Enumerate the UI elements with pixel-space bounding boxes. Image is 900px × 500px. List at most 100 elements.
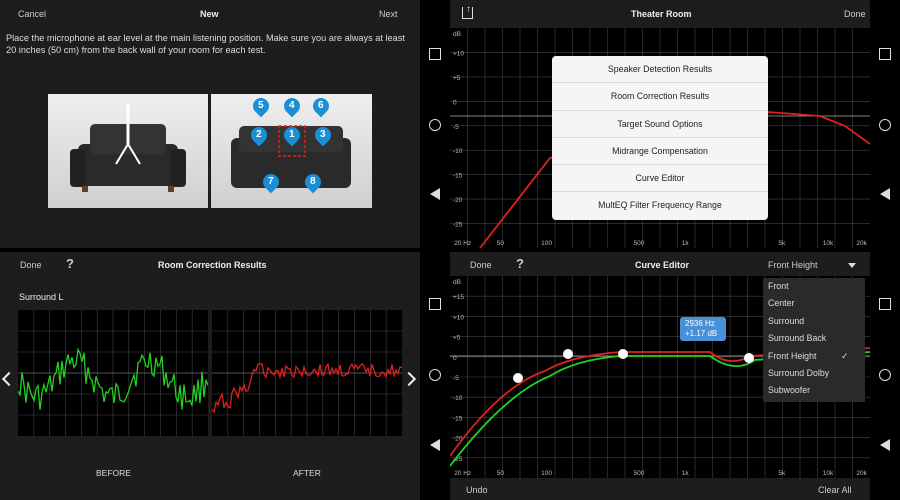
y-tick-label: -15 — [453, 173, 463, 180]
armchair-icon — [70, 104, 186, 192]
position-label: 2 — [256, 129, 262, 140]
y-tick-label: -20 — [453, 197, 463, 204]
x-tick-label: 20k — [856, 240, 867, 247]
next-button[interactable]: Next — [379, 9, 398, 19]
channel-label: Surround L — [19, 292, 64, 302]
channel-option-subwoofer[interactable]: Subwoofer — [763, 382, 865, 399]
channel-option-label: Front Height — [768, 350, 817, 361]
position-label: 8 — [310, 176, 316, 187]
curve-control-point[interactable] — [513, 373, 523, 383]
curve-control-point[interactable] — [744, 353, 754, 363]
help-button[interactable]: ? — [66, 256, 74, 271]
back-icon[interactable] — [430, 188, 440, 200]
x-tick-label: 5k — [778, 240, 786, 247]
x-tick-label: 500 — [634, 470, 645, 477]
recent-apps-icon[interactable] — [879, 298, 891, 310]
home-icon[interactable] — [429, 119, 441, 131]
after-graph-svg — [212, 310, 402, 436]
android-nav-right — [870, 252, 900, 500]
channel-option-surround-back[interactable]: Surround Back — [763, 330, 865, 347]
recent-apps-icon[interactable] — [429, 48, 441, 60]
position-label: 5 — [258, 100, 264, 111]
home-icon[interactable] — [879, 369, 891, 381]
channel-option-surround[interactable]: Surround — [763, 313, 865, 330]
setup-panel: Cancel New Next Place the microphone at … — [0, 0, 420, 248]
position-label: 6 — [318, 100, 324, 111]
y-tick-label: -5 — [453, 375, 459, 382]
share-arrow-icon: ↑ — [466, 4, 471, 15]
x-tick-label: 1k — [682, 470, 690, 477]
theater-header: ↑ Theater Room Done — [450, 0, 870, 28]
y-tick-label: 0 — [453, 99, 457, 106]
recent-apps-icon[interactable] — [879, 48, 891, 60]
channel-option-surround-dolby[interactable]: Surround Dolby — [763, 365, 865, 382]
menu-item-curve-editor[interactable]: Curve Editor — [552, 165, 768, 193]
theater-title: Theater Room — [631, 9, 692, 19]
clear-all-button[interactable]: Clear All — [818, 485, 852, 495]
back-icon[interactable] — [880, 439, 890, 451]
menu-item-target-sound[interactable]: Target Sound Options — [552, 111, 768, 138]
curve-editor-header: Done ? Curve Editor Front Height — [450, 252, 870, 276]
android-nav-right — [870, 0, 900, 248]
x-tick-label: 100 — [541, 240, 552, 247]
x-tick-label: 10k — [823, 470, 834, 477]
cancel-button[interactable]: Cancel — [18, 9, 46, 19]
x-tick-label: 50 — [497, 470, 505, 477]
prev-arrow-icon[interactable] — [1, 371, 17, 387]
y-tick-label: +10 — [453, 50, 464, 57]
db-axis-label: dB — [453, 31, 461, 38]
curve-control-point[interactable] — [563, 349, 573, 359]
after-plot — [212, 310, 402, 436]
curve-editor-footer: Undo Clear All — [450, 478, 870, 500]
x-tick-label: 20 Hz — [454, 470, 471, 477]
setup-title: New — [200, 9, 219, 19]
tooltip-frequency: 2936 Hz — [685, 319, 715, 328]
curve-editor-plot: dB +15 +10 +5 0 -5 -10 -15 -20 -25 20 Hz 50 100 500 1k… — [450, 276, 870, 478]
x-tick-label: 50 — [497, 240, 505, 247]
back-icon[interactable] — [880, 188, 890, 200]
y-tick-label: +10 — [453, 314, 464, 321]
done-button[interactable]: Done — [20, 260, 42, 270]
android-nav-left — [420, 252, 450, 500]
channel-select[interactable]: Front Height — [768, 260, 818, 270]
before-graph-svg — [18, 310, 208, 436]
channel-option-front[interactable]: Front — [763, 278, 865, 295]
menu-item-room-correction[interactable]: Room Correction Results — [552, 83, 768, 111]
help-button[interactable]: ? — [516, 256, 524, 271]
chevron-down-icon[interactable] — [848, 263, 856, 268]
x-tick-label: 20k — [856, 470, 867, 477]
room-correction-panel: Done ? Room Correction Results Surround … — [0, 252, 420, 500]
curve-control-point[interactable] — [618, 349, 628, 359]
home-icon[interactable] — [879, 119, 891, 131]
x-tick-label: 500 — [634, 240, 645, 247]
theater-panel: ↑ Theater Room Done dB +10 +5 0 -5 -10 -15 -20 -… — [450, 0, 870, 248]
back-icon[interactable] — [430, 439, 440, 451]
y-tick-label: -5 — [453, 124, 459, 131]
channel-option-front-height[interactable]: Front Height ✓ — [763, 348, 865, 365]
menu-item-filter-range[interactable]: MultEQ Filter Frequency Range — [552, 192, 768, 219]
y-tick-label: +5 — [453, 75, 461, 82]
recent-apps-icon[interactable] — [429, 298, 441, 310]
theater-eq-plot: dB +10 +5 0 -5 -10 -15 -20 -25 20 Hz 50 100 500 1k 5k 1… — [450, 28, 870, 248]
done-button[interactable]: Done — [470, 260, 492, 270]
positions-illustration: 5 4 6 2 1 3 7 8 — [211, 94, 372, 208]
before-label: BEFORE — [96, 468, 131, 478]
channel-option-center[interactable]: Center — [763, 295, 865, 312]
position-label: 1 — [289, 129, 295, 140]
y-tick-label: -25 — [453, 222, 463, 229]
android-nav-left — [420, 0, 450, 248]
menu-item-speaker-detection[interactable]: Speaker Detection Results — [552, 56, 768, 84]
x-tick-label: 5k — [778, 470, 786, 477]
tooltip-gain: +1.17 dB — [685, 329, 718, 338]
y-tick-label: +5 — [453, 335, 461, 342]
menu-item-midrange[interactable]: Midrange Compensation — [552, 138, 768, 166]
done-button[interactable]: Done — [844, 9, 866, 19]
x-tick-label: 100 — [541, 470, 552, 477]
undo-button[interactable]: Undo — [466, 485, 488, 495]
y-tick-label: +15 — [453, 294, 464, 301]
next-arrow-icon[interactable] — [401, 371, 417, 387]
home-icon[interactable] — [429, 369, 441, 381]
curve-editor-panel: Done ? Curve Editor Front Height dB +15 +1… — [450, 252, 870, 500]
x-tick-label: 1k — [682, 240, 690, 247]
position-label: 3 — [320, 129, 326, 140]
